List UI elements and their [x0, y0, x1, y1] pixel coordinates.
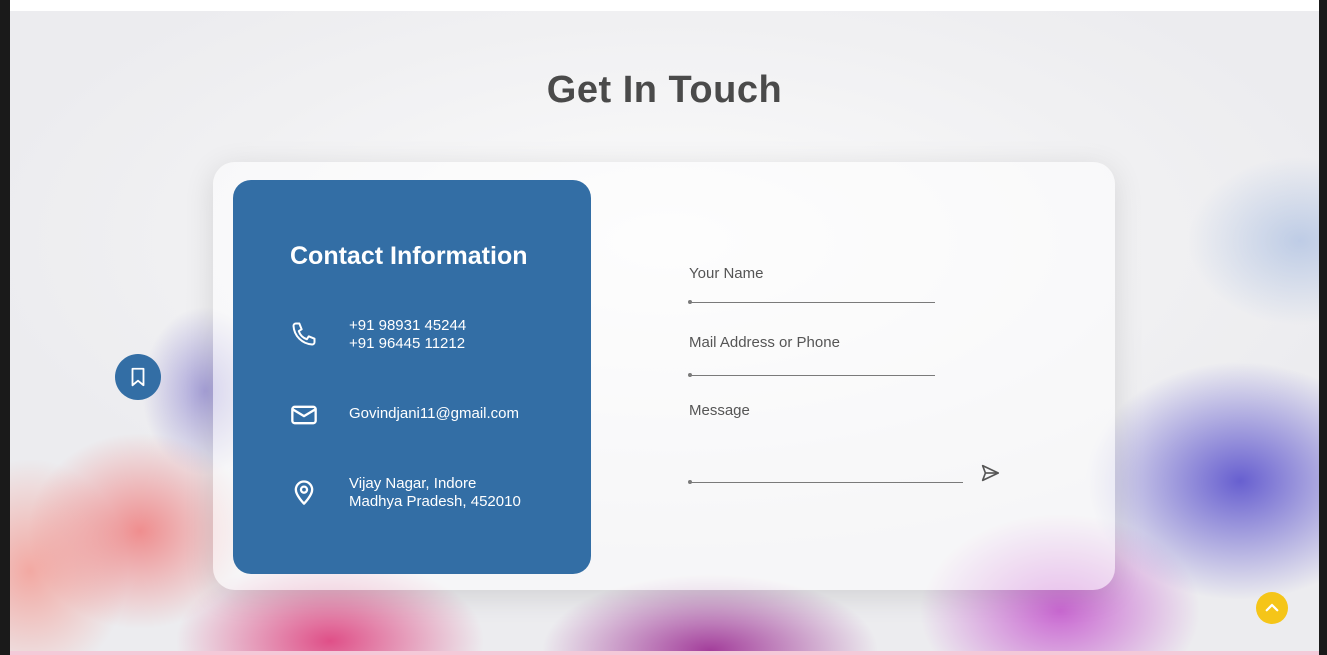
phone-icon: [292, 322, 316, 346]
chevron-up-icon: [1265, 603, 1279, 612]
message-input[interactable]: [688, 480, 963, 484]
contact-section: Get In Touch Contact Information +91 989…: [10, 11, 1319, 651]
address-line-1: Vijay Nagar, Indore: [349, 475, 477, 492]
contact-input[interactable]: [688, 373, 935, 377]
contact-info-panel: Contact Information +91 98931 45244 +91 …: [233, 180, 591, 574]
contact-form: Your Name Mail Address or Phone Message: [688, 162, 1089, 590]
address: Vijay Nagar, Indore Madhya Pradesh, 4520…: [349, 475, 521, 511]
location-pin-icon: [294, 480, 314, 505]
send-button[interactable]: [979, 462, 1001, 484]
scroll-to-top-button[interactable]: [1256, 592, 1288, 624]
name-field-label[interactable]: Your Name: [689, 265, 764, 282]
mail-icon: [291, 405, 317, 425]
send-icon: [981, 464, 1000, 482]
bookmark-icon: [131, 367, 145, 387]
message-field-label[interactable]: Message: [689, 402, 750, 419]
contact-card: Contact Information +91 98931 45244 +91 …: [213, 162, 1115, 590]
bookmark-button[interactable]: [115, 354, 161, 400]
phone-numbers: +91 98931 45244 +91 96445 11212: [349, 317, 466, 353]
contact-info-title: Contact Information: [290, 242, 528, 270]
address-line-2: Madhya Pradesh, 452010: [349, 493, 521, 510]
contact-field-label[interactable]: Mail Address or Phone: [689, 334, 840, 351]
bottom-strip: [10, 651, 1319, 655]
phone-2[interactable]: +91 96445 11212: [349, 335, 466, 353]
name-input[interactable]: [688, 300, 935, 304]
top-strip: [10, 0, 1319, 11]
phone-1[interactable]: +91 98931 45244: [349, 317, 466, 335]
section-heading: Get In Touch: [546, 69, 783, 111]
email-address[interactable]: Govindjani11@gmail.com: [349, 405, 519, 423]
